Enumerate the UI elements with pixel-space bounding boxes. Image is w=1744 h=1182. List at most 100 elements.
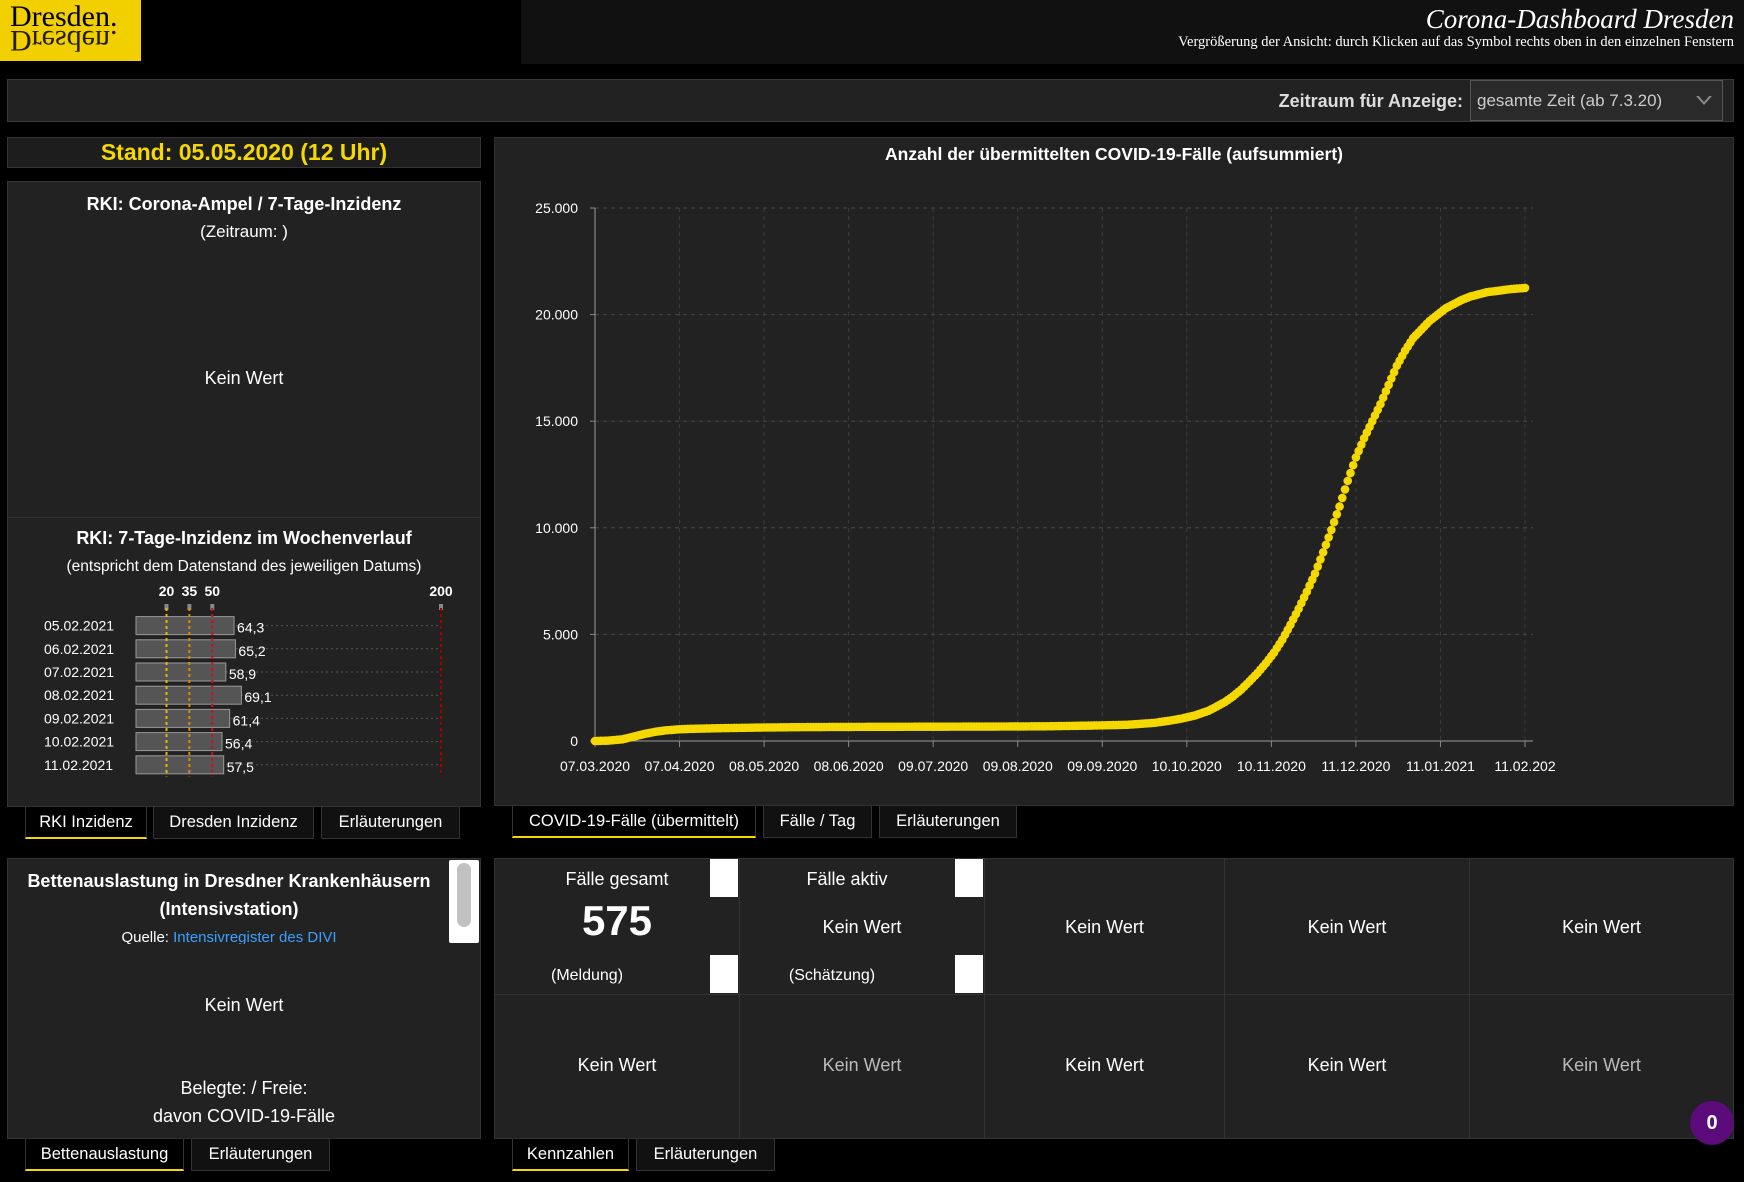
faelle-gesamt-card[interactable]: Fälle gesamt 575 (Meldung) (495, 859, 740, 995)
weekly-title: RKI: 7-Tage-Inzidenz im Wochenverlauf (76, 528, 412, 548)
bar-value-label: 61,4 (233, 712, 260, 728)
incidence-bar (135, 755, 225, 775)
row-date-label: 10.02.2021 (44, 734, 114, 750)
cases-chart: Anzahl der übermittelten COVID-19-Fälle … (535, 144, 1556, 774)
row-date-label: 06.02.2021 (44, 641, 114, 657)
kennzahl-card[interactable]: Kein Wert (1470, 859, 1733, 995)
x-tick-label: 08.05.2020 (729, 758, 799, 774)
ampel-panel: RKI: Corona-Ampel / 7-Tage-Inzidenz (Zei… (7, 181, 481, 518)
tab-chart-erlaeuterungen[interactable]: Erläuterungen (879, 805, 1017, 838)
incidence-bar (135, 732, 223, 752)
threshold-label: 20 (159, 583, 175, 599)
row-date-label: 09.02.2021 (44, 710, 114, 726)
tab-dresden-inzidenz[interactable]: Dresden Inzidenz (153, 806, 314, 839)
chart-title: Anzahl der übermittelten COVID-19-Fälle … (885, 144, 1343, 164)
row-date-label: 07.02.2021 (44, 664, 114, 680)
tab-inzidenz-erlaeuterungen[interactable]: Erläuterungen (321, 806, 460, 839)
data-point (1337, 493, 1347, 503)
kennzahl-card[interactable]: Kein Wert (1225, 859, 1470, 995)
tab-cases-per-day[interactable]: Fälle / Tag (763, 805, 872, 838)
data-point (1340, 485, 1350, 494)
kennzahl-value: Kein Wert (577, 1055, 657, 1075)
data-point (1520, 283, 1530, 293)
bar-value-label: 69,1 (244, 689, 271, 705)
data-point (1346, 468, 1355, 478)
kennzahl-card[interactable]: Kein Wert (740, 995, 985, 1138)
incidence-bar (135, 708, 231, 728)
kennzahl-value: Kein Wert (1307, 1055, 1387, 1075)
white-box (955, 859, 983, 897)
scrollbar-thumb[interactable] (457, 863, 471, 927)
faelle-gesamt-label: Fälle gesamt (565, 869, 669, 889)
kennzahl-card[interactable]: Kein Wert (985, 995, 1225, 1138)
x-tick-label: 11.01.2021 (1406, 758, 1475, 774)
chart-panel: Anzahl der übermittelten COVID-19-Fälle … (494, 137, 1734, 806)
y-tick-label: 10.000 (535, 520, 578, 536)
weekly-panel: RKI: 7-Tage-Inzidenz im Wochenverlauf (e… (7, 517, 481, 807)
data-point (1348, 460, 1358, 470)
tab-covid-cases[interactable]: COVID-19-Fälle (übermittelt) (512, 805, 756, 838)
x-tick-label: 08.06.2020 (814, 758, 884, 774)
kennzahl-card[interactable]: Kein Wert (1225, 995, 1470, 1138)
weekly-bar-chart: 20 35 50 200 05.02.2021 64,3 06.02.2021 65,2 07.… (44, 583, 453, 777)
kennzahl-value: Kein Wert (1562, 1055, 1641, 1075)
tab-bettenauslastung[interactable]: Bettenauslastung (25, 1138, 184, 1171)
incidence-bar (135, 616, 235, 636)
faelle-aktiv-card[interactable]: Fälle aktiv Kein Wert (Schätzung) (740, 859, 985, 995)
bar-value-label: 64,3 (237, 620, 264, 636)
bar-value-label: 56,4 (225, 736, 252, 752)
x-tick-label: 09.07.2020 (898, 758, 968, 774)
bar-value-label: 65,2 (238, 643, 265, 659)
weekly-subtitle: (entspricht dem Datenstand des jeweilige… (66, 558, 422, 575)
data-point (1335, 502, 1344, 511)
row-date-label: 08.02.2021 (44, 687, 114, 703)
betten-panel: Bettenauslastung in Dresdner Krankenhäus… (7, 858, 481, 1139)
x-tick-label: 11.12.2020 (1321, 758, 1390, 774)
tab-kennzahlen[interactable]: Kennzahlen (512, 1138, 629, 1171)
kennzahl-value: Kein Wert (1307, 917, 1387, 937)
tab-betten-erlaeuterungen[interactable]: Erläuterungen (191, 1138, 330, 1171)
tab-rki-inzidenz[interactable]: RKI Inzidenz (25, 806, 147, 839)
ampel-value: Kein Wert (204, 368, 284, 388)
x-tick-label: 09.09.2020 (1067, 758, 1137, 774)
data-series (590, 283, 1530, 746)
ampel-title: RKI: Corona-Ampel / 7-Tage-Inzidenz (86, 194, 402, 214)
notification-badge[interactable]: 0 (1690, 1101, 1734, 1145)
x-tick-label: 11.02.202 (1494, 758, 1555, 774)
logo-text-mirror: Dresden. (10, 24, 118, 57)
betten-scrollbar[interactable] (449, 860, 479, 943)
dashboard-hint: Vergrößerung der Ansicht: durch Klicken … (1178, 34, 1734, 50)
y-tick-label: 5.000 (543, 626, 578, 642)
data-point (1324, 533, 1333, 542)
white-box (710, 859, 738, 897)
y-tick-label: 0 (570, 733, 578, 749)
row-date-label: 05.02.2021 (44, 618, 114, 634)
threshold-label: 35 (182, 583, 198, 599)
dresden-logo[interactable]: Dresden. Dresden. (0, 0, 141, 61)
bar-value-label: 57,5 (227, 759, 254, 775)
bar-value-label: 58,9 (229, 666, 256, 682)
incidence-bar (135, 662, 227, 682)
filter-bar: Zeitraum für Anzeige: gesamte Zeit (ab 7… (7, 79, 1734, 122)
kennzahl-card[interactable]: Kein Wert (985, 859, 1225, 995)
betten-belegte: Belegte: / Freie: (180, 1078, 308, 1098)
ampel-period: (Zeitraum: ) (200, 222, 288, 241)
threshold-label: 200 (429, 583, 453, 599)
betten-value: Kein Wert (204, 995, 284, 1015)
period-select[interactable]: gesamte Zeit (ab 7.3.20) (1470, 80, 1723, 121)
white-box (710, 955, 738, 993)
x-tick-label: 10.11.2020 (1237, 758, 1306, 774)
data-point (1332, 509, 1342, 519)
tab-kennzahlen-erlaeuterungen[interactable]: Erläuterungen (636, 1138, 775, 1171)
x-tick-label: 10.10.2020 (1152, 758, 1222, 774)
kennzahl-value: Kein Wert (1065, 917, 1144, 937)
y-tick-label: 20.000 (535, 307, 578, 323)
divi-link[interactable]: Intensivregister des DIVI (173, 929, 336, 944)
row-date-label: 11.02.2021 (44, 757, 113, 773)
y-tick-label: 15.000 (535, 413, 578, 429)
header-bar: Corona-Dashboard Dresden Vergrößerung de… (521, 0, 1744, 64)
chevron-down-icon (1696, 95, 1712, 105)
period-label: Zeitraum für Anzeige: (1278, 91, 1463, 111)
x-tick-label: 09.08.2020 (983, 758, 1053, 774)
kennzahl-card[interactable]: Kein Wert (495, 995, 740, 1138)
